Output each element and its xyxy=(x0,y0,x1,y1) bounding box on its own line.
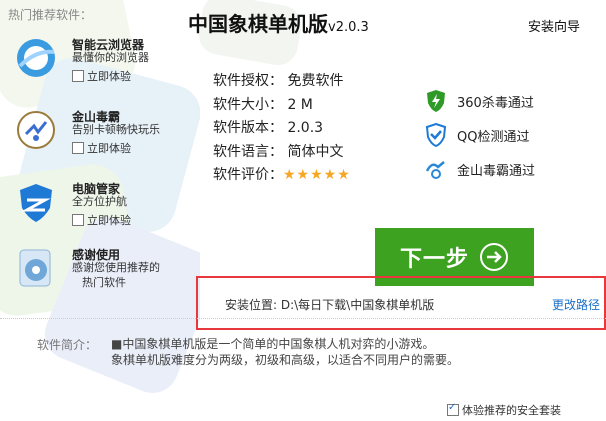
version-label: v2.0.3 xyxy=(328,20,369,35)
install-path-label: 安装位置: D:\每日下载\中国象棋单机版 xyxy=(225,298,435,312)
pc-manager-shield-icon xyxy=(14,180,58,224)
checkbox-box[interactable] xyxy=(72,70,84,82)
360-shield-icon xyxy=(427,90,445,112)
duba-logo-icon xyxy=(14,108,58,152)
badge-qq: QQ检测通过 xyxy=(424,118,535,152)
safe-pack-label: 体验推荐的安全套装 xyxy=(462,404,561,417)
app-desc: 告别卡顿畅快玩乐 xyxy=(72,123,160,136)
badge-360: 360杀毒通过 xyxy=(424,84,535,118)
arrow-right-circle-icon xyxy=(480,243,508,271)
try-now-checkbox[interactable]: 立即体验 xyxy=(72,68,131,84)
rating-row: 软件评价：★★★★★ xyxy=(213,164,351,188)
license-row: 软件授权： 免费软件 xyxy=(213,73,344,89)
language-row: 软件语言： 简体中文 xyxy=(213,143,344,160)
window-title: 中国象棋单机版v2.0.3 xyxy=(188,8,369,37)
cloud-browser-icon xyxy=(14,36,58,80)
app-title: 中国象棋单机版 xyxy=(188,12,328,36)
intro-line-2: 象棋单机版难度分为两级，初级和高级，以适合不同用户的需要。 xyxy=(111,353,460,367)
next-step-label: 下一步 xyxy=(399,247,469,272)
try-now-checkbox[interactable]: 立即体验 xyxy=(72,140,131,156)
checkbox-label: 立即体验 xyxy=(87,70,131,83)
qq-shield-icon xyxy=(425,123,447,147)
sidebar-title: 热门推荐软件： xyxy=(8,8,93,22)
software-info: 软件授权： 免费软件 软件大小： 2 M 软件版本： 2.0.3 软件语言： 简… xyxy=(213,70,351,188)
intro-label: 软件简介： xyxy=(37,338,98,352)
try-now-checkbox[interactable]: 立即体验 xyxy=(72,212,131,228)
change-path-link[interactable]: 更改路径 xyxy=(552,296,600,313)
rating-label: 软件评价： xyxy=(213,167,283,183)
intro-line-1: ■中国象棋单机版是一个简单的中国象棋人机对弈的小游戏。 xyxy=(111,337,435,351)
size-row: 软件大小： 2 M xyxy=(213,96,313,113)
recommend-app-duba[interactable]: 金山毒霸 告别卡顿畅快玩乐 立即体验 xyxy=(14,108,204,168)
intro-text: ■中国象棋单机版是一个简单的中国象棋人机对弈的小游戏。 象棋单机版难度分为两级，… xyxy=(111,336,459,368)
duba-icon xyxy=(425,161,445,179)
recommend-app-pc-manager[interactable]: 电脑管家 全方位护航 立即体验 xyxy=(14,180,204,240)
divider xyxy=(0,318,606,319)
badge-label: QQ检测通过 xyxy=(457,129,530,145)
checkbox-label: 立即体验 xyxy=(87,142,131,155)
app-desc: 全方位护航 xyxy=(72,195,127,208)
badge-label: 金山毒霸通过 xyxy=(457,163,536,179)
thanks-item: 感谢使用 感谢您使用推荐的 热门软件 xyxy=(14,246,204,306)
recommend-app-browser[interactable]: 智能云浏览器 最懂你的浏览器 立即体验 xyxy=(14,36,204,96)
checkbox-box[interactable] xyxy=(72,214,84,226)
checkbox-label: 立即体验 xyxy=(87,214,131,227)
checkbox-box[interactable] xyxy=(72,142,84,154)
badge-duba: 金山毒霸通过 xyxy=(424,152,535,186)
app-desc: 感谢您使用推荐的 xyxy=(72,261,160,274)
install-wizard-label: 安装向导 xyxy=(528,20,581,35)
checkbox-checked[interactable] xyxy=(447,402,459,416)
badge-label: 360杀毒通过 xyxy=(457,95,534,111)
app-desc-line2: 热门软件 xyxy=(82,276,126,289)
cd-icon xyxy=(14,246,58,290)
rating-stars: ★★★★★ xyxy=(283,167,351,183)
safe-pack-checkbox[interactable]: 体验推荐的安全套装 xyxy=(447,402,561,418)
security-badges: 360杀毒通过 QQ检测通过 金山毒霸通过 xyxy=(424,84,535,186)
app-desc: 最懂你的浏览器 xyxy=(72,51,149,64)
version-row: 软件版本： 2.0.3 xyxy=(213,120,324,136)
